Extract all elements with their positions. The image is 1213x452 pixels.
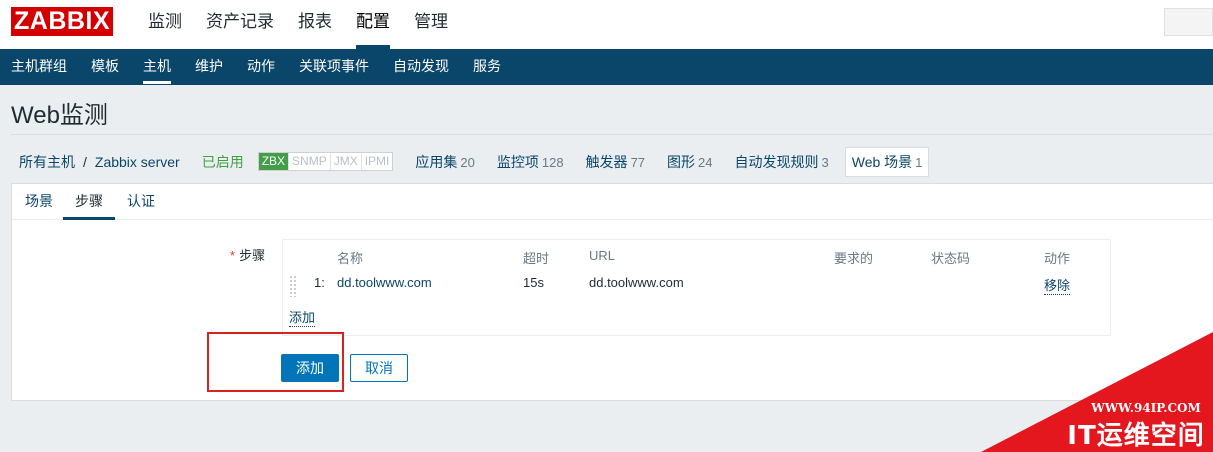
- tab-authentication[interactable]: 认证: [127, 184, 155, 219]
- top-bar: ZABBIX 监测 资产记录 报表 配置 管理: [0, 0, 1213, 49]
- main-menu: 监测 资产记录 报表 配置 管理: [148, 0, 472, 49]
- zabbix-logo[interactable]: ZABBIX: [11, 7, 114, 36]
- watermark-text: IT运维空间: [1067, 420, 1204, 451]
- tab-scenario[interactable]: 场景: [25, 184, 53, 219]
- main-menu-reports[interactable]: 报表: [298, 0, 332, 49]
- col-name: 名称: [337, 251, 364, 266]
- link-discovery-rules[interactable]: 自动发现规则 3: [735, 152, 829, 172]
- watermark: WWW.94IP.COM IT运维空间: [981, 332, 1213, 452]
- host-status-enabled[interactable]: 已启用: [202, 152, 244, 172]
- steps-label: * 步骤: [230, 248, 266, 263]
- status-snmp: SNMP: [289, 153, 331, 170]
- step-name-link[interactable]: dd.toolwww.com: [337, 275, 432, 290]
- search-box[interactable]: [1164, 8, 1213, 36]
- page-title: Web监测: [11, 102, 108, 129]
- link-triggers[interactable]: 触发器 77: [586, 152, 645, 172]
- col-url: URL: [589, 248, 616, 263]
- sub-menu-event-correlation[interactable]: 关联项事件: [299, 49, 369, 85]
- breadcrumb: 所有主机 / Zabbix server 已启用 ZBX SNMP JMX IP…: [19, 146, 930, 177]
- cancel-button[interactable]: 取消: [350, 354, 408, 382]
- link-applications[interactable]: 应用集 20: [415, 152, 474, 172]
- status-ipmi: IPMI: [361, 153, 393, 170]
- steps-table: 名称 超时 URL 要求的 状态码 动作 1: dd.toolwww.com 1…: [282, 239, 1111, 336]
- breadcrumb-separator: /: [83, 153, 87, 170]
- sub-menu-services[interactable]: 服务: [473, 49, 501, 85]
- col-action: 动作: [1044, 251, 1071, 266]
- add-step-link[interactable]: 添加: [289, 307, 316, 327]
- link-items[interactable]: 监控项 128: [497, 152, 564, 172]
- sub-menu: 主机群组 模板 主机 维护 动作 关联项事件 自动发现 服务: [0, 49, 1213, 85]
- watermark-url: WWW.94IP.COM: [1090, 401, 1201, 415]
- sub-menu-hosts[interactable]: 主机: [143, 49, 171, 85]
- col-status-code: 状态码: [931, 251, 971, 266]
- required-mark: *: [230, 248, 236, 263]
- sub-menu-actions[interactable]: 动作: [247, 49, 275, 85]
- col-timeout: 超时: [523, 251, 550, 266]
- link-graphs[interactable]: 图形 24: [667, 152, 712, 172]
- sub-menu-maintenance[interactable]: 维护: [195, 49, 223, 85]
- form-tabs: 场景 步骤 认证: [12, 184, 1213, 220]
- main-menu-monitoring[interactable]: 监测: [148, 0, 182, 49]
- main-menu-configuration[interactable]: 配置: [356, 0, 390, 49]
- status-jmx: JMX: [330, 153, 362, 170]
- breadcrumb-all-hosts[interactable]: 所有主机: [19, 152, 75, 172]
- step-url: dd.toolwww.com: [589, 275, 684, 290]
- col-required: 要求的: [834, 251, 874, 266]
- tab-steps[interactable]: 步骤: [63, 184, 115, 220]
- sub-menu-discovery[interactable]: 自动发现: [393, 49, 449, 85]
- step-index: 1:: [314, 275, 325, 290]
- link-web-scenarios[interactable]: Web 场景 1: [844, 146, 930, 177]
- highlight-box: [207, 332, 344, 392]
- interface-status: ZBX SNMP JMX IPMI: [257, 152, 394, 171]
- step-timeout: 15s: [523, 275, 544, 290]
- main-menu-inventory[interactable]: 资产记录: [206, 0, 274, 49]
- sub-menu-templates[interactable]: 模板: [91, 49, 119, 85]
- drag-handle-icon[interactable]: [289, 275, 297, 297]
- status-zbx: ZBX: [258, 153, 290, 170]
- step-remove-link[interactable]: 移除: [1044, 275, 1071, 295]
- breadcrumb-host[interactable]: Zabbix server: [95, 154, 180, 170]
- sub-menu-host-groups[interactable]: 主机群组: [11, 49, 67, 85]
- title-divider: [11, 134, 1213, 135]
- main-menu-administration[interactable]: 管理: [414, 0, 448, 49]
